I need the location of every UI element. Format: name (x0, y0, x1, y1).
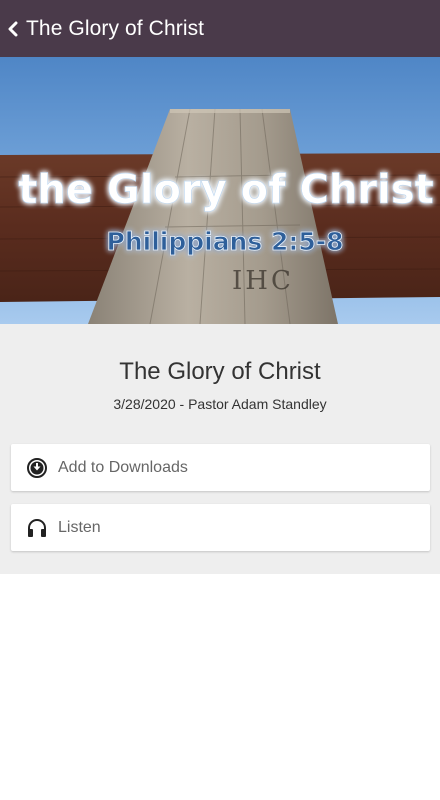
app-header: The Glory of Christ (0, 0, 440, 57)
artwork-title: the Glory of Christ (18, 167, 433, 213)
sermon-details: The Glory of Christ 3/28/2020 - Pastor A… (0, 324, 440, 574)
add-to-downloads-button[interactable]: Add to Downloads (11, 444, 430, 491)
sermon-title: The Glory of Christ (119, 358, 321, 385)
back-button[interactable] (2, 0, 24, 57)
sermon-meta: 3/28/2020 - Pastor Adam Standley (113, 396, 327, 412)
listen-label: Listen (58, 518, 101, 536)
chevron-left-icon (8, 21, 18, 36)
add-to-downloads-label: Add to Downloads (58, 458, 188, 476)
header-title: The Glory of Christ (26, 16, 205, 40)
download-circle-icon (26, 457, 48, 479)
listen-button[interactable]: Listen (11, 504, 430, 551)
cross-carving: IHC (232, 266, 294, 296)
headphones-icon (26, 517, 48, 539)
sermon-artwork: IHC the Glory of Christ Philippians 2:5-… (0, 57, 440, 324)
artwork-scripture: Philippians 2:5-8 (107, 227, 344, 256)
